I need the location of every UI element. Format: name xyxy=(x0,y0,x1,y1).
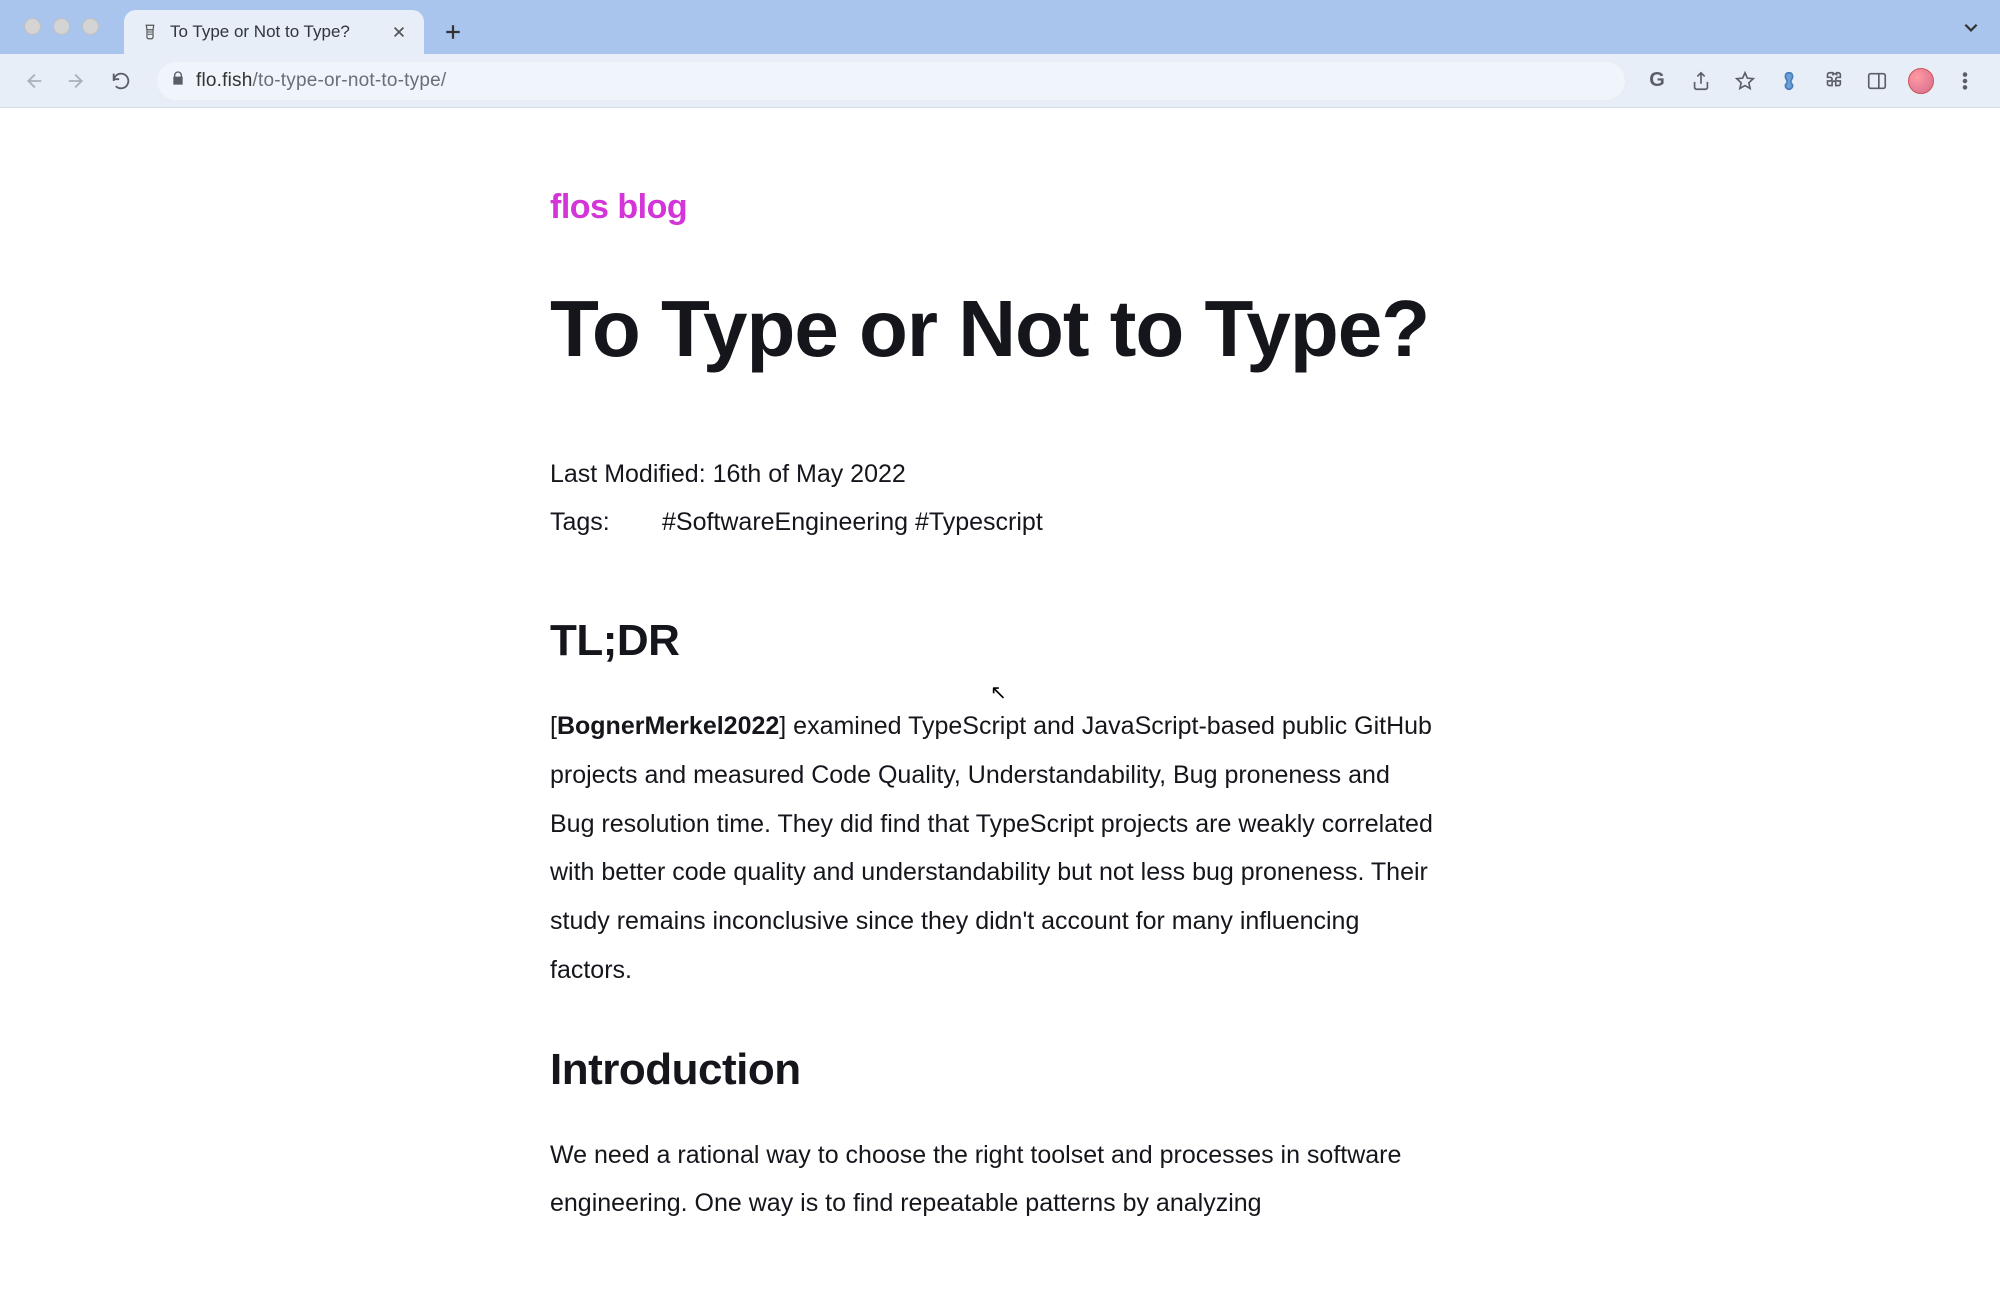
url-text: flo.fish/to-type-or-not-to-type/ xyxy=(196,70,446,92)
url-host: flo.fish xyxy=(196,70,253,91)
tab-title: To Type or Not to Type? xyxy=(170,22,380,42)
meta-tags-row: Tags: #SoftwareEngineering #Typescript xyxy=(550,499,1450,547)
titlebar: To Type or Not to Type? xyxy=(0,0,2000,54)
back-button[interactable] xyxy=(14,62,52,100)
tag-link[interactable]: #Typescript xyxy=(915,508,1043,536)
meta-tags: #SoftwareEngineering #Typescript xyxy=(662,499,1043,547)
side-panel-icon[interactable] xyxy=(1862,66,1892,96)
section-heading-tldr: TL;DR xyxy=(550,616,1450,666)
google-icon[interactable]: G xyxy=(1642,66,1672,96)
window-close-button[interactable] xyxy=(24,18,41,35)
page-viewport[interactable]: flos blog To Type or Not to Type? Last M… xyxy=(0,108,2000,1298)
tab-strip: To Type or Not to Type? xyxy=(124,0,472,54)
address-bar[interactable]: flo.fish/to-type-or-not-to-type/ xyxy=(156,61,1626,101)
share-icon[interactable] xyxy=(1686,66,1716,96)
meta-last-modified-value: 16th of May 2022 xyxy=(713,460,906,488)
tldr-body-text: ] examined TypeScript and JavaScript-bas… xyxy=(550,712,1433,984)
profile-avatar[interactable] xyxy=(1906,66,1936,96)
post-meta: Last Modified: 16th of May 2022 Tags: #S… xyxy=(550,451,1450,546)
extensions-puzzle-icon[interactable] xyxy=(1818,66,1848,96)
tab-close-button[interactable] xyxy=(390,23,408,41)
meta-tags-label: Tags: xyxy=(550,499,610,547)
forward-button[interactable] xyxy=(58,62,96,100)
browser-tab-active[interactable]: To Type or Not to Type? xyxy=(124,10,424,54)
meta-last-modified: Last Modified: 16th of May 2022 xyxy=(550,451,1450,499)
window-controls xyxy=(24,18,99,35)
tag-link[interactable]: #SoftwareEngineering xyxy=(662,508,908,536)
toolbar-actions: G xyxy=(1642,66,1986,96)
menu-kebab-icon[interactable] xyxy=(1950,66,1980,96)
tldr-body: [BognerMerkel2022] examined TypeScript a… xyxy=(550,702,1440,995)
reload-button[interactable] xyxy=(102,62,140,100)
section-heading-intro: Introduction xyxy=(550,1045,1450,1095)
url-path: /to-type-or-not-to-type/ xyxy=(253,70,447,91)
lock-icon xyxy=(170,70,186,91)
browser-window: To Type or Not to Type? xyxy=(0,0,2000,1298)
new-tab-button[interactable] xyxy=(434,13,472,51)
window-zoom-button[interactable] xyxy=(82,18,99,35)
browser-toolbar: flo.fish/to-type-or-not-to-type/ G xyxy=(0,54,2000,108)
extension-icon-1[interactable] xyxy=(1774,66,1804,96)
intro-body: We need a rational way to choose the rig… xyxy=(550,1131,1440,1229)
post-title: To Type or Not to Type? xyxy=(550,287,1450,371)
reference-link[interactable]: BognerMerkel2022 xyxy=(557,712,779,740)
bookmark-star-icon[interactable] xyxy=(1730,66,1760,96)
meta-last-modified-label: Last Modified: xyxy=(550,460,713,488)
favicon-icon xyxy=(140,22,160,42)
window-minimize-button[interactable] xyxy=(53,18,70,35)
page-content: flos blog To Type or Not to Type? Last M… xyxy=(0,108,2000,1298)
site-title-link[interactable]: flos blog xyxy=(550,188,1450,227)
tabs-overflow-button[interactable] xyxy=(1962,18,1980,41)
